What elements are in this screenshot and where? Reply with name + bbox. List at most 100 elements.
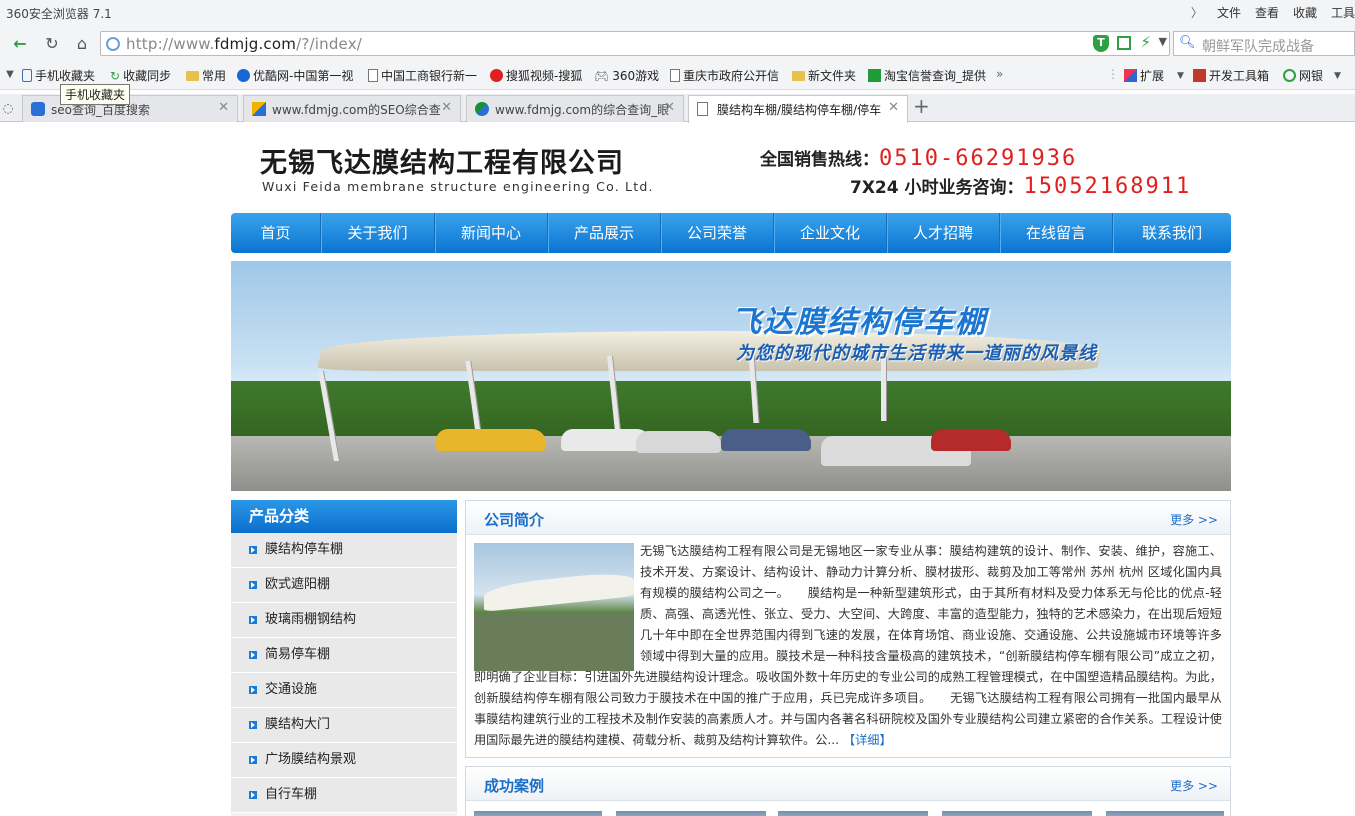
extensions-button[interactable]: 扩展 ▼ xyxy=(1124,67,1184,84)
lightning-icon[interactable]: ⚡ xyxy=(1140,33,1151,51)
web-page: 无锡飞达膜结构工程有限公司 Wuxi Feida membrane struct… xyxy=(0,123,1355,816)
about-more-link[interactable]: 更多 >> xyxy=(1170,511,1218,528)
banner-pillar xyxy=(881,356,887,421)
new-tab-button[interactable]: + xyxy=(913,94,930,118)
menu-file[interactable]: 文件 xyxy=(1217,4,1241,21)
address-text[interactable]: http://www.fdmjg.com/?/index/ xyxy=(126,35,362,53)
browser-navbar: ← ↻ ⌂ http://www.fdmjg.com/?/index/ T ⚡ … xyxy=(0,28,1355,60)
nav-honors[interactable]: 公司荣誉 xyxy=(661,213,774,253)
security-shield-icon[interactable]: T xyxy=(1093,35,1109,52)
bookmarks-menu-icon[interactable]: ▼ xyxy=(0,63,22,87)
nav-messages[interactable]: 在线留言 xyxy=(1000,213,1113,253)
chevron-right-icon[interactable]: 〉 xyxy=(1191,4,1203,21)
bullet-arrow-icon xyxy=(249,756,257,764)
bookmark-taobao[interactable]: 淘宝信誉查询_提供 xyxy=(868,67,986,84)
taobao-icon xyxy=(868,69,881,82)
cases-more-link[interactable]: 更多 >> xyxy=(1170,777,1218,794)
browser-titlebar: 360安全浏览器 7.1 〉 文件 查看 收藏 工具 xyxy=(0,0,1355,28)
nav-news[interactable]: 新闻中心 xyxy=(435,213,548,253)
category-item[interactable]: 膜结构停车棚 xyxy=(231,533,457,568)
devtools-button[interactable]: 开发工具箱 xyxy=(1193,67,1269,84)
bullet-arrow-icon xyxy=(249,546,257,554)
case-thumbnail[interactable] xyxy=(778,811,928,816)
bookmark-360-games[interactable]: 🎮︎ 360游戏 xyxy=(594,67,659,84)
bookmark-sohu-video[interactable]: 搜狐视频-搜狐 xyxy=(490,67,582,84)
bullet-arrow-icon xyxy=(249,686,257,694)
detail-link[interactable]: 【详细】 xyxy=(843,733,892,747)
product-categories: 产品分类 膜结构停车棚 欧式遮阳棚 玻璃雨棚钢结构 简易停车棚 交通设施 膜结构… xyxy=(231,500,457,816)
tab-active-fdmjg[interactable]: 膜结构车棚/膜结构停车棚/停车 ✕ xyxy=(688,95,908,123)
bookmarks-bar: ▼ 手机收藏夹 ↻ 收藏同步 常用 优酷网-中国第一视 中国工商银行新一 搜狐视频… xyxy=(0,60,1355,146)
category-item[interactable]: 交通设施 xyxy=(231,673,457,708)
case-thumbnail[interactable] xyxy=(1106,811,1224,816)
back-arrow-icon[interactable]: ← xyxy=(8,32,32,56)
search-icon[interactable]: 🔍︎ xyxy=(1179,35,1196,50)
banner-car xyxy=(721,429,811,451)
main-navigation: 首页 关于我们 新闻中心 产品展示 公司荣誉 企业文化 人才招聘 在线留言 联系… xyxy=(231,213,1231,253)
company-name-cn[interactable]: 无锡飞达膜结构工程有限公司 xyxy=(260,141,624,180)
cases-title: 成功案例 xyxy=(484,777,545,795)
banner-car xyxy=(436,429,546,451)
nav-contact[interactable]: 联系我们 xyxy=(1113,213,1231,253)
sales-hotline: 全国销售热线：0510-66291936 xyxy=(760,145,1077,171)
bookmark-chongqing-gov[interactable]: 重庆市政府公开信 xyxy=(670,67,779,84)
tab-scroll-left-icon[interactable]: ◌ xyxy=(0,96,20,120)
nav-products[interactable]: 产品展示 xyxy=(548,213,661,253)
menu-favorites[interactable]: 收藏 xyxy=(1293,4,1317,21)
tab-seo-overview[interactable]: www.fdmjg.com的SEO综合查 ✕ xyxy=(243,95,461,122)
close-icon[interactable]: ✕ xyxy=(441,100,452,115)
company-name-en: Wuxi Feida membrane structure engineerin… xyxy=(262,179,654,194)
case-thumbnail[interactable] xyxy=(942,811,1092,816)
search-box[interactable]: 🔍︎ 朝鲜军队完成战备 xyxy=(1173,31,1355,56)
menu-view[interactable]: 查看 xyxy=(1255,4,1279,21)
close-icon[interactable]: ✕ xyxy=(664,100,675,115)
nav-home[interactable]: 首页 xyxy=(231,213,321,253)
banking-icon xyxy=(1283,69,1296,82)
banner-car xyxy=(931,429,1011,451)
search-text[interactable]: 朝鲜军队完成战备 xyxy=(1202,36,1314,56)
tab-comprehensive-query[interactable]: www.fdmjg.com的综合查询_眼 ✕ xyxy=(466,95,684,122)
bookmark-icbc[interactable]: 中国工商银行新一 xyxy=(368,67,477,84)
bookmark-youku[interactable]: 优酷网-中国第一视 xyxy=(237,67,353,84)
case-thumbnail[interactable] xyxy=(474,811,602,816)
close-icon[interactable]: ✕ xyxy=(218,100,229,115)
online-banking-button[interactable]: 网银 ▼ xyxy=(1283,67,1341,84)
category-item[interactable]: 玻璃雨棚钢结构 xyxy=(231,603,457,638)
about-title: 公司简介 xyxy=(484,511,545,529)
category-item[interactable]: 广场膜结构景观 xyxy=(231,743,457,778)
bookmark-sync[interactable]: ↻ 收藏同步 xyxy=(110,67,171,84)
banner-title: 飞达膜结构停车棚 xyxy=(731,305,987,340)
bookmark-mobile-favorites[interactable]: 手机收藏夹 xyxy=(22,67,95,84)
category-item[interactable]: 膜结构大门 xyxy=(231,708,457,743)
consult-label: 7X24 小时业务咨询： xyxy=(850,178,1024,198)
bookmark-new-folder[interactable]: 新文件夹 xyxy=(792,67,856,84)
about-text: 无锡飞达膜结构工程有限公司是无锡地区一家专业从事：膜结构建筑的设计、制作、安装、… xyxy=(474,544,1222,747)
page-icon xyxy=(368,69,378,82)
cases-header: 成功案例 更多 >> xyxy=(466,767,1230,801)
more-bookmarks-icon[interactable]: » xyxy=(996,67,1003,81)
menu-tools[interactable]: 工具 xyxy=(1331,4,1355,21)
category-item[interactable]: 自行车棚 xyxy=(231,778,457,813)
phone-icon xyxy=(22,69,32,82)
category-item[interactable]: 简易停车棚 xyxy=(231,638,457,673)
folder-icon xyxy=(186,70,199,81)
category-item[interactable]: 欧式遮阳棚 xyxy=(231,568,457,603)
extensions-icon xyxy=(1124,69,1137,82)
nav-about[interactable]: 关于我们 xyxy=(321,213,435,253)
reload-icon[interactable]: ↻ xyxy=(40,32,64,56)
address-bar[interactable]: http://www.fdmjg.com/?/index/ T ⚡ ▼ xyxy=(100,31,1170,56)
chevron-down-icon[interactable]: ▼ xyxy=(1159,35,1167,48)
bullet-arrow-icon xyxy=(249,791,257,799)
nav-careers[interactable]: 人才招聘 xyxy=(887,213,1000,253)
case-thumbnail[interactable] xyxy=(616,811,766,816)
page-icon xyxy=(697,102,708,116)
close-icon[interactable]: ✕ xyxy=(888,100,899,115)
sync-icon: ↻ xyxy=(110,68,121,83)
nav-culture[interactable]: 企业文化 xyxy=(774,213,887,253)
consult-hotline: 7X24 小时业务咨询：15052168911 xyxy=(850,173,1191,199)
home-icon[interactable]: ⌂ xyxy=(70,32,94,56)
youku-icon xyxy=(237,69,250,82)
qr-code-icon[interactable] xyxy=(1117,36,1131,50)
bookmark-common[interactable]: 常用 xyxy=(186,67,226,84)
tab-strip: ◌ seo查询_百度搜索 ✕ www.fdmjg.com的SEO综合查 ✕ ww… xyxy=(0,94,1355,123)
